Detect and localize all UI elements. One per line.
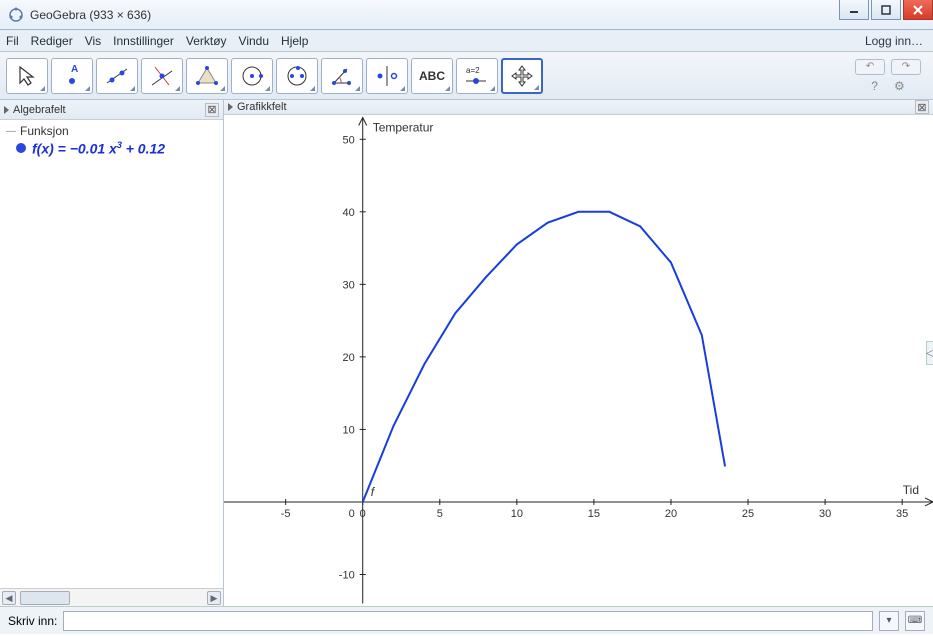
algebra-panel: Algebrafelt ⊠ —Funksjon f(x) = −0.01 x3 … xyxy=(0,100,224,606)
svg-text:35: 35 xyxy=(896,508,908,520)
input-history-dropdown[interactable]: ▾ xyxy=(879,611,899,631)
svg-text:10: 10 xyxy=(511,508,523,520)
scroll-right-icon[interactable]: ▶ xyxy=(207,591,221,605)
login-link[interactable]: Logg inn… xyxy=(865,34,923,48)
algebra-panel-header[interactable]: Algebrafelt ⊠ xyxy=(0,100,223,120)
tool-reflect[interactable] xyxy=(366,58,408,94)
side-panel-handle[interactable]: ◁ xyxy=(926,341,933,365)
function-expression: f(x) = −0.01 x3 + 0.12 xyxy=(32,140,165,157)
svg-text:20: 20 xyxy=(665,508,677,520)
menu-verktoy[interactable]: Verktøy xyxy=(186,34,227,48)
menu-rediger[interactable]: Rediger xyxy=(31,34,73,48)
input-label: Skriv inn: xyxy=(8,614,57,628)
svg-text:40: 40 xyxy=(342,207,354,219)
tool-circle-center-point[interactable] xyxy=(231,58,273,94)
window-titlebar: GeoGebra (933 × 636) xyxy=(0,0,933,30)
svg-text:Temperatur: Temperatur xyxy=(373,121,434,135)
tool-ellipse[interactable] xyxy=(276,58,318,94)
tool-angle[interactable] xyxy=(321,58,363,94)
svg-text:30: 30 xyxy=(819,508,831,520)
algebra-category[interactable]: —Funksjon xyxy=(6,124,217,138)
svg-text:Tid: Tid xyxy=(903,483,919,497)
svg-text:25: 25 xyxy=(742,508,754,520)
svg-text:10: 10 xyxy=(342,424,354,436)
menu-hjelp[interactable]: Hjelp xyxy=(281,34,308,48)
toolbar: A ABC a=2 ↶ ↷ ? ⚙ xyxy=(0,52,933,100)
svg-text:50: 50 xyxy=(342,134,354,146)
toolbar-help-icon[interactable]: ? xyxy=(871,79,878,93)
input-help-button[interactable]: ⌨ xyxy=(905,611,925,631)
tool-move-view[interactable] xyxy=(501,58,543,94)
svg-text:30: 30 xyxy=(342,279,354,291)
function-item[interactable]: f(x) = −0.01 x3 + 0.12 xyxy=(16,140,217,157)
menu-bar: Fil Rediger Vis Innstillinger Verktøy Vi… xyxy=(0,30,933,52)
menu-vindu[interactable]: Vindu xyxy=(239,34,269,48)
graphics-panel-title: Grafikkfelt xyxy=(237,101,287,113)
tool-point[interactable]: A xyxy=(51,58,93,94)
app-logo-icon xyxy=(8,7,24,23)
collapse-icon xyxy=(228,103,233,111)
svg-text:15: 15 xyxy=(588,508,600,520)
graphics-panel-header[interactable]: Grafikkfelt ⊠ xyxy=(224,100,933,115)
svg-text:a=2: a=2 xyxy=(466,66,480,75)
visibility-bullet-icon[interactable] xyxy=(16,143,26,153)
svg-text:0: 0 xyxy=(349,508,355,520)
menu-vis[interactable]: Vis xyxy=(85,34,101,48)
svg-text:f: f xyxy=(371,485,376,499)
tool-perpendicular[interactable] xyxy=(141,58,183,94)
collapse-icon xyxy=(4,106,9,114)
tool-line[interactable] xyxy=(96,58,138,94)
redo-button[interactable]: ↷ xyxy=(891,59,921,75)
svg-text:-5: -5 xyxy=(281,508,291,520)
tool-polygon[interactable] xyxy=(186,58,228,94)
menu-fil[interactable]: Fil xyxy=(6,34,19,48)
graphics-close-icon[interactable]: ⊠ xyxy=(915,100,929,114)
maximize-button[interactable] xyxy=(871,0,901,20)
tool-slider[interactable]: a=2 xyxy=(456,58,498,94)
input-bar: Skriv inn: ▾ ⌨ xyxy=(0,606,933,634)
svg-text:5: 5 xyxy=(437,508,443,520)
scroll-thumb[interactable] xyxy=(20,591,70,605)
graphics-view[interactable]: -5 0 5 10 15 20 25 30 35 -10 10 20 30 40 50 0 Temperatur… xyxy=(224,115,933,606)
scroll-left-icon[interactable]: ◀ xyxy=(2,591,16,605)
algebra-close-icon[interactable]: ⊠ xyxy=(205,103,219,117)
minimize-button[interactable] xyxy=(839,0,869,20)
svg-text:0: 0 xyxy=(360,508,366,520)
svg-text:20: 20 xyxy=(342,352,354,364)
menu-innstillinger[interactable]: Innstillinger xyxy=(113,34,174,48)
window-title: GeoGebra (933 × 636) xyxy=(30,8,839,22)
graphics-panel: Grafikkfelt ⊠ -5 0 5 10 15 20 25 30 35 -10 10 20 30 4… xyxy=(224,100,933,606)
command-input[interactable] xyxy=(63,611,873,631)
toolbar-settings-icon[interactable]: ⚙ xyxy=(894,79,905,93)
algebra-panel-title: Algebrafelt xyxy=(13,104,66,116)
svg-text:-10: -10 xyxy=(339,569,355,581)
tool-text[interactable]: ABC xyxy=(411,58,453,94)
close-button[interactable] xyxy=(903,0,933,20)
svg-text:A: A xyxy=(71,64,78,75)
algebra-horizontal-scrollbar[interactable]: ◀ ▶ xyxy=(0,588,223,606)
tool-move[interactable] xyxy=(6,58,48,94)
undo-button[interactable]: ↶ xyxy=(855,59,885,75)
